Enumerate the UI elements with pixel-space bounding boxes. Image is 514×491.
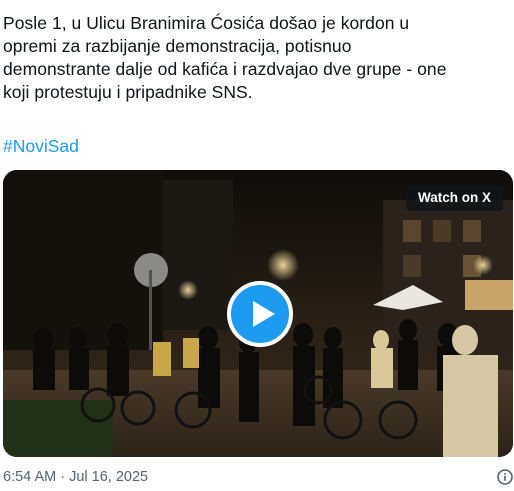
tweet-text-line: Posle 1, u Ulicu Branimira Ćosića došao … bbox=[3, 13, 410, 33]
play-button[interactable] bbox=[227, 281, 293, 347]
tweet-timestamp[interactable]: 6:54 AM · Jul 16, 2025 bbox=[3, 469, 148, 485]
info-icon[interactable] bbox=[497, 469, 513, 485]
tweet-text-line: koji protestuju i pripadnike SNS. bbox=[3, 82, 253, 102]
play-icon bbox=[253, 301, 275, 327]
hashtag-link[interactable]: #NoviSad bbox=[3, 135, 79, 158]
watch-on-x-button[interactable]: Watch on X bbox=[406, 185, 503, 211]
video-player[interactable]: Watch on X bbox=[3, 170, 513, 457]
tweet-text: Posle 1, u Ulicu Branimira Ćosića došao … bbox=[3, 12, 508, 104]
tweet-text-line: opremi za razbijanje demonstracija, poti… bbox=[3, 36, 352, 56]
tweet-text-line: demonstrante dalje od kafića i razdvajao… bbox=[3, 59, 447, 79]
